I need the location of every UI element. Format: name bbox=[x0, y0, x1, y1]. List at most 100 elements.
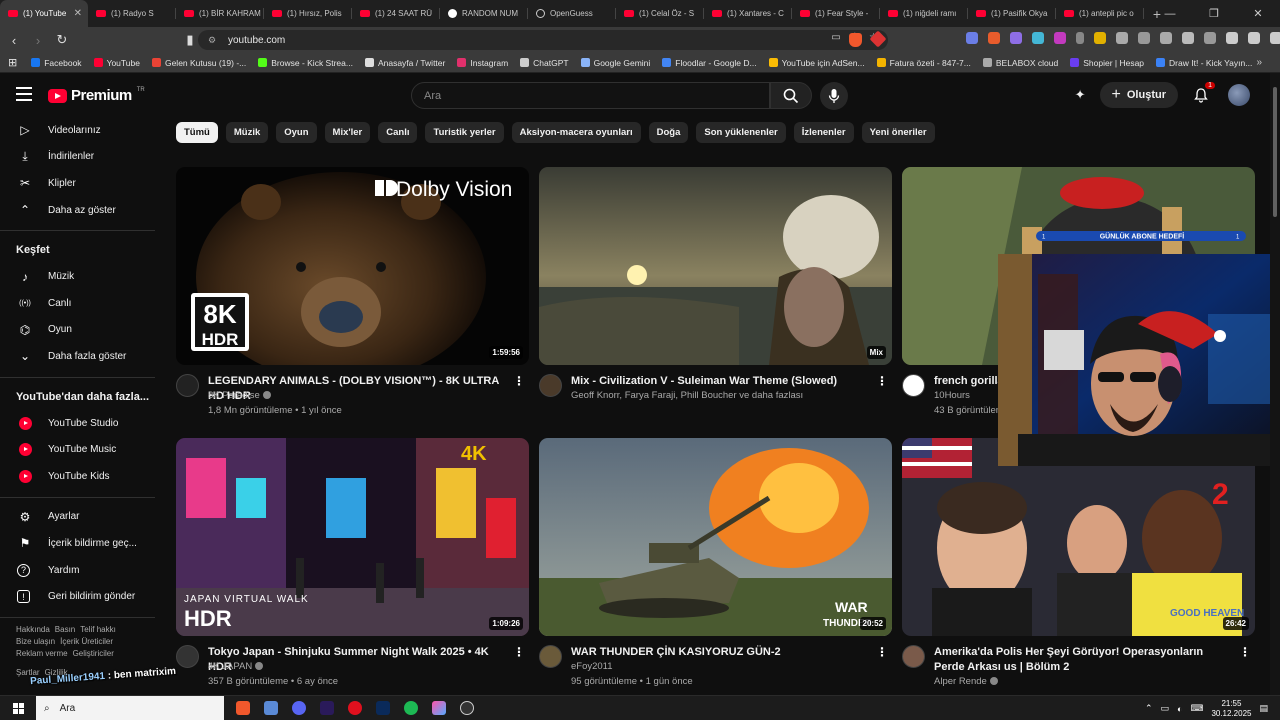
extension-icon[interactable] bbox=[1094, 32, 1106, 44]
browser-tab[interactable]: (1) Celal Öz - S bbox=[616, 0, 704, 27]
clock[interactable]: 21:55 30.12.2025 bbox=[1211, 699, 1251, 719]
bookmark-item[interactable]: YouTube için AdSen... bbox=[768, 58, 865, 68]
close-window-button[interactable]: ✕ bbox=[1236, 0, 1280, 27]
filter-chip[interactable]: Canlı bbox=[378, 122, 418, 143]
channel-avatar[interactable] bbox=[539, 374, 562, 397]
filter-chip[interactable]: Turistik yerler bbox=[425, 122, 504, 143]
browser-tab[interactable]: (1) niğdeli ramı bbox=[880, 0, 968, 27]
browser-tab[interactable]: (1) Pasifik Okya bbox=[968, 0, 1056, 27]
url-field[interactable]: ⚙ youtube.com ▭ ⇪ ☆ bbox=[198, 30, 888, 50]
more-options-icon[interactable]: ⋮ bbox=[513, 645, 525, 659]
channel-avatar[interactable] bbox=[176, 645, 199, 668]
brave-shield-icon[interactable] bbox=[849, 33, 862, 47]
search-button[interactable] bbox=[770, 82, 812, 109]
close-tab-icon[interactable]: ✕ bbox=[74, 8, 82, 19]
channel-name[interactable]: Alper Rende bbox=[934, 676, 987, 687]
extension-icon[interactable] bbox=[1160, 32, 1172, 44]
footer-link[interactable]: Telif hakkı bbox=[80, 625, 116, 634]
sidebar-item[interactable]: ⚑ İçerik bildirme geç... bbox=[0, 530, 155, 557]
volume-icon[interactable]: ◐ bbox=[1177, 704, 1182, 714]
sidebar-item[interactable]: ⤓ İndirilenler bbox=[0, 144, 155, 171]
footer-link[interactable]: İçerik Üreticiler bbox=[60, 637, 113, 646]
forward-icon[interactable]: › bbox=[28, 30, 48, 50]
more-bookmarks-icon[interactable]: » bbox=[1256, 57, 1262, 68]
filter-chip[interactable]: Yeni öneriler bbox=[861, 122, 935, 143]
sidebar-icon[interactable] bbox=[1248, 32, 1260, 44]
bookmark-item[interactable]: YouTube bbox=[93, 58, 140, 68]
browser-tab[interactable]: OpenGuess bbox=[528, 0, 616, 27]
brave-taskbar-icon[interactable] bbox=[236, 701, 250, 715]
more-options-icon[interactable]: ⋮ bbox=[513, 374, 525, 388]
extension-icon[interactable] bbox=[1010, 32, 1022, 44]
music-icon[interactable] bbox=[1226, 32, 1238, 44]
video-thumbnail[interactable]: GOOD HEAVEN 2 26:42 bbox=[902, 438, 1255, 636]
filter-chip[interactable]: Mix'ler bbox=[324, 122, 371, 143]
sidebar-item[interactable]: ▷ Videolarınız bbox=[0, 117, 155, 144]
apps-grid-icon[interactable]: ⊞ bbox=[8, 56, 17, 69]
browser-tab[interactable]: (1) Xantares - C bbox=[704, 0, 792, 27]
bookmark-item[interactable]: Gelen Kutusu (19) -... bbox=[151, 58, 246, 68]
footer-link[interactable]: Bize ulaşın bbox=[16, 637, 55, 646]
bookmark-item[interactable]: Instagram bbox=[457, 58, 508, 68]
taskbar-search-input[interactable]: ⌕ Ara bbox=[36, 696, 224, 720]
extension-icon[interactable] bbox=[988, 32, 1000, 44]
network-icon[interactable]: ▭ bbox=[1160, 703, 1169, 714]
notification-center-icon[interactable]: ▤ bbox=[1259, 703, 1268, 714]
video-card[interactable]: Mix Mix - Civilization V - Suleiman War T… bbox=[539, 167, 892, 425]
channel-name[interactable]: 4K JAPAN bbox=[208, 661, 252, 672]
more-options-icon[interactable]: ⋮ bbox=[1239, 645, 1251, 659]
more-options-icon[interactable]: ⋮ bbox=[876, 374, 888, 388]
sidebar-item[interactable]: ✂ Klipler bbox=[0, 170, 155, 197]
site-info-icon[interactable]: ⚙ bbox=[208, 35, 218, 45]
opera-taskbar-icon[interactable] bbox=[348, 701, 362, 715]
browser-tab[interactable]: (1) Radyo S bbox=[88, 0, 176, 27]
video-thumbnail[interactable]: WAR THUNDER 20:52 bbox=[539, 438, 892, 636]
sidebar-item[interactable]: YouTube Music bbox=[0, 436, 155, 463]
account-avatar[interactable] bbox=[1228, 84, 1250, 106]
search-input[interactable]: Ara bbox=[411, 82, 770, 109]
browser-tab[interactable]: (1) antepli pic o bbox=[1056, 0, 1144, 27]
channel-name[interactable]: eFoy2011 bbox=[571, 661, 613, 672]
extension-icon[interactable] bbox=[1138, 32, 1150, 44]
maximize-button[interactable]: ❐ bbox=[1192, 0, 1236, 27]
filter-chip[interactable]: Son yüklenenler bbox=[696, 122, 786, 143]
video-thumbnail[interactable]: JAPAN VIRTUAL WALK HDR 4K 1:09:26 bbox=[176, 438, 529, 636]
video-title[interactable]: Mix - Civilization V - Suleiman War Them… bbox=[571, 374, 871, 389]
footer-link[interactable]: Hakkında bbox=[16, 625, 50, 634]
bookmark-item[interactable]: BELABOX cloud bbox=[982, 58, 1058, 68]
back-icon[interactable]: ‹ bbox=[4, 30, 24, 50]
channel-name[interactable]: 10Hours bbox=[934, 390, 970, 401]
hamburger-menu-icon[interactable] bbox=[16, 87, 32, 101]
extension-icon[interactable] bbox=[1054, 32, 1066, 44]
browser-tab[interactable]: (1) Hırsız, Polis bbox=[264, 0, 352, 27]
channel-name[interactable]: 8K Paradise bbox=[208, 390, 260, 401]
filter-chip[interactable]: Oyun bbox=[276, 122, 317, 143]
bookmark-icon[interactable]: ▮ bbox=[180, 30, 200, 50]
bookmark-item[interactable]: Facebook bbox=[31, 58, 82, 68]
filter-chip[interactable]: İzlenenler bbox=[793, 122, 854, 143]
bookmark-item[interactable]: Anasayfa / Twitter bbox=[364, 58, 445, 68]
extension-icon[interactable] bbox=[1032, 32, 1044, 44]
reload-icon[interactable]: ↻ bbox=[52, 30, 72, 50]
sidebar-item[interactable]: YouTube Kids bbox=[0, 463, 155, 490]
channel-avatar[interactable] bbox=[176, 374, 199, 397]
bookmark-item[interactable]: Shopier | Hesap bbox=[1070, 58, 1144, 68]
channel-avatar[interactable] bbox=[902, 645, 925, 668]
filter-chip[interactable]: Doğa bbox=[648, 122, 689, 143]
wallet-icon[interactable] bbox=[1270, 32, 1280, 44]
video-card[interactable]: 8K HDR Dolby Vision 1:59:56 LEGENDARY ANIMAL… bbox=[176, 167, 529, 425]
extension-icon[interactable] bbox=[966, 32, 978, 44]
browser-tab[interactable]: (1) Fear Style - bbox=[792, 0, 880, 27]
discord-taskbar-icon[interactable] bbox=[292, 701, 306, 715]
sidebar-item[interactable]: ⌬ Oyun bbox=[0, 317, 155, 344]
channel-avatar[interactable] bbox=[539, 645, 562, 668]
photoshop-taskbar-icon[interactable] bbox=[376, 701, 390, 715]
filter-chip[interactable]: Aksiyon-macera oyunları bbox=[511, 122, 641, 143]
spotify-taskbar-icon[interactable] bbox=[404, 701, 418, 715]
scrollbar-thumb[interactable] bbox=[1273, 87, 1277, 217]
channel-name[interactable]: Geoff Knorr, Farya Faraji, Phill Boucher… bbox=[571, 390, 803, 401]
sidebar-item[interactable]: ! Geri bildirim gönder bbox=[0, 583, 155, 610]
bookmark-item[interactable]: Browse - Kick Strea... bbox=[258, 58, 353, 68]
sidebar-item[interactable]: ((•)) Canlı bbox=[0, 290, 155, 317]
bookmark-item[interactable]: Google Gemini bbox=[580, 58, 650, 68]
